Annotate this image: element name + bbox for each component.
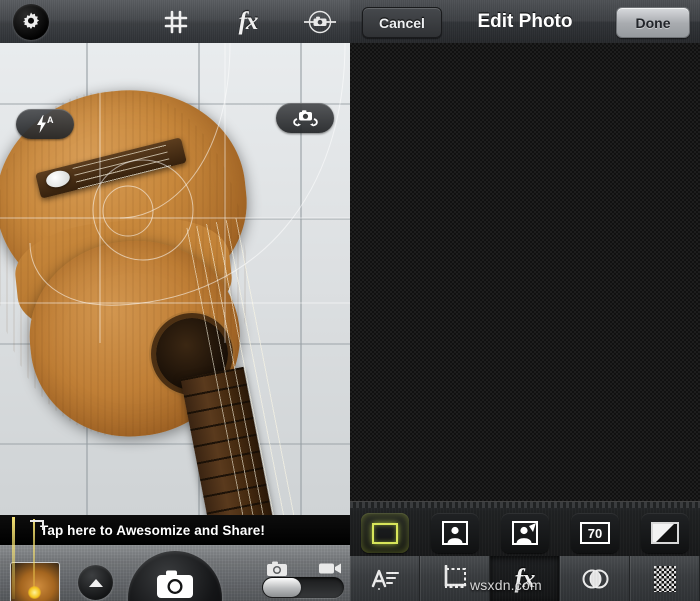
composition-grid-icon [164,10,188,33]
gradient-icon [651,522,679,544]
effects-button[interactable]: fx [222,0,274,43]
square-frame-icon [372,522,398,544]
video-camera-icon [319,563,341,573]
lens-level-button[interactable] [294,0,346,43]
camera-editor-screen: fx A Tap here to Awesomize and Share! Ca… [0,0,700,601]
flash-button[interactable]: A [16,109,74,139]
text-tool-icon [371,569,399,591]
mode-switch-knob [263,578,301,597]
tip-pointer-beam [12,517,15,599]
capture-mode-switch[interactable] [262,577,344,598]
portrait-tool[interactable] [431,513,479,553]
portrait-effect-icon [512,521,538,545]
editor-checkerboard-background [350,43,700,501]
svg-text:A: A [47,115,54,125]
contrast-tool[interactable] [641,513,689,553]
still-camera-icon [267,561,287,576]
editor-tool-strip: 70 [350,501,700,557]
chevron-up-icon [88,578,103,587]
flip-camera-icon [293,110,318,127]
watermark: wsxdn.com [470,577,542,593]
iso-tool[interactable]: 70 [571,513,619,553]
editor-tool-buttons: 70 [350,510,700,556]
drawer-toggle-button[interactable] [78,565,113,600]
editor-top-toolbar: Cancel Edit Photo Done [350,0,700,44]
tip-pointer-corner [30,520,44,530]
cancel-button[interactable]: Cancel [362,7,442,38]
portrait-icon [442,521,468,545]
cancel-button-label: Cancel [379,14,425,31]
lens-level-icon [304,10,336,33]
tip-pointer-beam-secondary [33,519,35,593]
settings-button[interactable] [5,0,57,43]
texture-tab[interactable] [630,556,700,601]
flip-camera-button[interactable] [276,103,334,133]
done-button[interactable]: Done [616,7,690,38]
camera-shutter-icon [157,570,193,598]
iso-value: 70 [587,525,603,541]
crop-frame-tool[interactable] [361,513,409,553]
flash-auto-icon: A [37,115,54,133]
edit-photo-panel: Cancel Edit Photo Done Roman HolidayLone… [350,0,700,601]
done-button-label: Done [635,14,671,31]
gear-icon [13,3,49,40]
tip-pointer-glow [28,586,41,599]
composition-grid-button[interactable] [150,0,202,43]
crop-tool-icon [444,564,466,588]
checker-texture-icon [653,565,676,592]
camera-panel: fx A Tap here to Awesomize and Share! [0,0,350,601]
blend-circles-icon [582,569,608,588]
text-tab[interactable] [350,556,420,601]
capture-mode-icons [266,559,342,577]
camera-top-toolbar: fx [0,0,350,44]
number-badge-icon: 70 [580,522,610,544]
portrait-fx-tool[interactable] [501,513,549,553]
fx-icon: fx [238,7,259,35]
camera-viewfinder[interactable]: A [0,43,350,515]
awesomize-tip-banner: Tap here to Awesomize and Share! [0,515,350,545]
tip-text: Tap here to Awesomize and Share! [40,522,266,538]
blend-tab[interactable] [560,556,630,601]
